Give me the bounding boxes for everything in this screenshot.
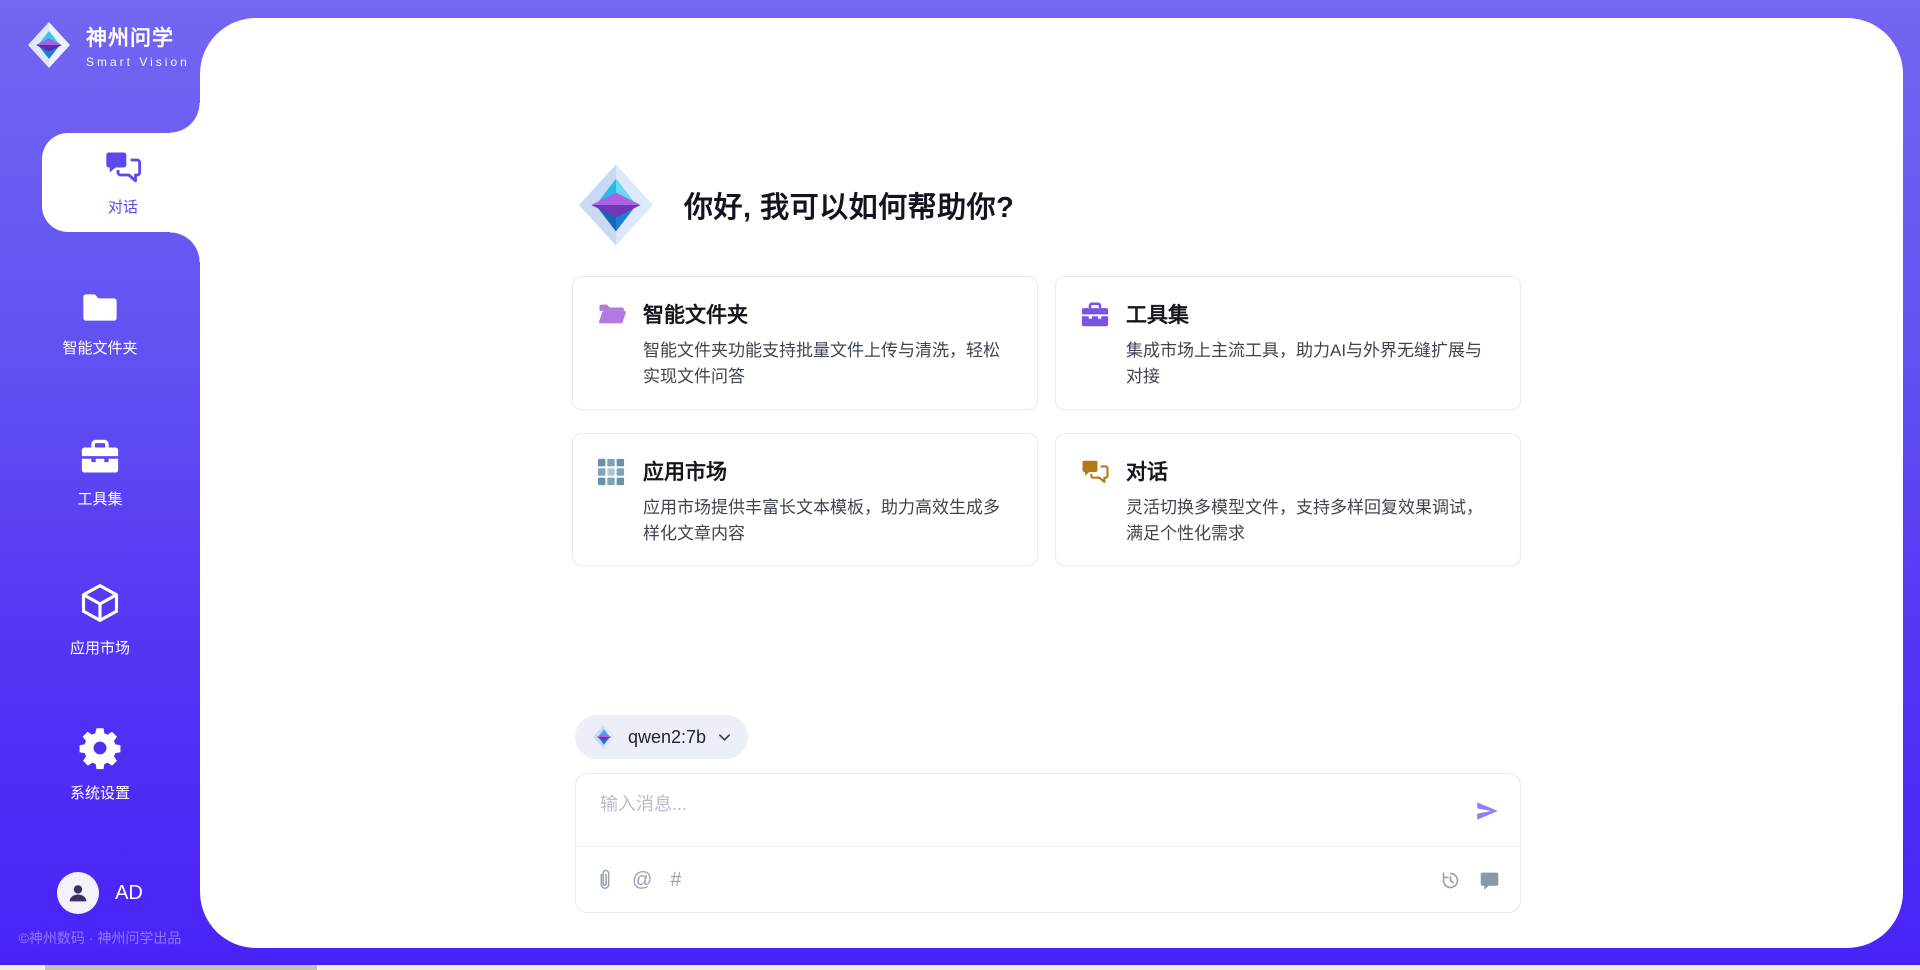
hero: 你好, 我可以如何帮助你? [572,160,1014,250]
horizontal-scrollbar[interactable] [0,965,1920,970]
card-description: 应用市场提供丰富长文本模板，助力高效生成多样化文章内容 [643,495,1013,548]
diamond-logo-icon [24,20,74,70]
sidebar-item-app-market[interactable]: 应用市场 [0,581,200,658]
sidebar-footer: ©神州数码 · 神州问学出品 [0,928,200,948]
card-smart-folder[interactable]: 智能文件夹 智能文件夹功能支持批量文件上传与清洗，轻松实现文件问答 [572,276,1038,410]
card-title: 对话 [1126,456,1496,486]
chat-icon [1080,456,1110,548]
horizontal-scrollbar-thumb[interactable] [45,965,317,970]
user-name: AD [115,882,143,905]
diamond-logo-icon [591,724,617,750]
gear-icon [78,726,122,770]
sidebar-item-toolset[interactable]: 工具集 [0,438,200,509]
card-description: 智能文件夹功能支持批量文件上传与清洗，轻松实现文件问答 [643,338,1013,391]
sidebar-item-label: 应用市场 [70,637,130,658]
main-panel: 你好, 我可以如何帮助你? 智能文件夹 智能文件夹功能支持批量文件上传与清洗，轻… [200,18,1903,948]
user-account[interactable]: AD [0,872,200,914]
card-chat[interactable]: 对话 灵活切换多模型文件，支持多样回复效果调试，满足个性化需求 [1055,433,1521,567]
card-description: 灵活切换多模型文件，支持多样回复效果调试，满足个性化需求 [1126,495,1496,548]
model-selector[interactable]: qwen2:7b [575,715,748,759]
composer-toolbar: @ # [576,847,1520,913]
card-description: 集成市场上主流工具，助力AI与外界无缝扩展与对接 [1126,338,1496,391]
chat-icon [103,149,143,186]
diamond-logo-icon [572,160,660,250]
folder-icon [79,290,121,325]
sidebar-item-chat[interactable]: 对话 [42,133,204,232]
chevron-down-icon [717,730,732,745]
message-input[interactable] [600,790,1430,840]
sidebar-item-label: 系统设置 [70,782,130,803]
cube-icon [78,581,122,625]
sidebar-item-label: 对话 [108,196,138,217]
hashtag-icon[interactable]: # [670,870,681,890]
composer: @ # [575,773,1521,913]
card-app-market[interactable]: 应用市场 应用市场提供丰富长文本模板，助力高效生成多样化文章内容 [572,433,1038,567]
paperclip-icon[interactable] [596,869,614,891]
brand-name: 神州问学 [86,22,190,52]
comment-icon[interactable] [1479,870,1500,891]
mention-icon[interactable]: @ [632,870,652,890]
history-icon[interactable] [1440,870,1461,891]
card-toolset[interactable]: 工具集 集成市场上主流工具，助力AI与外界无缝扩展与对接 [1055,276,1521,410]
tab-fillet-bottom [170,232,200,262]
brand-subtitle: Smart Vision [86,55,190,69]
brand: 神州问学 Smart Vision [24,20,190,70]
avatar [57,872,99,914]
tab-fillet-top [170,103,200,133]
sidebar-item-settings[interactable]: 系统设置 [0,726,200,803]
folder-open-icon [597,299,627,391]
sidebar-item-label: 智能文件夹 [62,337,137,358]
sidebar-item-label: 工具集 [77,488,122,509]
model-name: qwen2:7b [628,727,706,748]
user-avatar-icon [66,881,90,905]
toolbox-icon [79,438,121,476]
grid-cube-icon [597,456,627,548]
card-title: 工具集 [1126,299,1496,329]
sidebar-item-smart-folder[interactable]: 智能文件夹 [0,290,200,358]
sidebar: 神州问学 Smart Vision 对话 智能文件夹 工具集 [0,0,200,970]
card-title: 应用市场 [643,456,1013,486]
send-icon[interactable] [1474,798,1500,824]
card-title: 智能文件夹 [643,299,1013,329]
toolbox-icon [1080,299,1110,391]
feature-cards: 智能文件夹 智能文件夹功能支持批量文件上传与清洗，轻松实现文件问答 工具集 集成… [572,276,1521,566]
greeting-title: 你好, 我可以如何帮助你? [684,184,1014,226]
